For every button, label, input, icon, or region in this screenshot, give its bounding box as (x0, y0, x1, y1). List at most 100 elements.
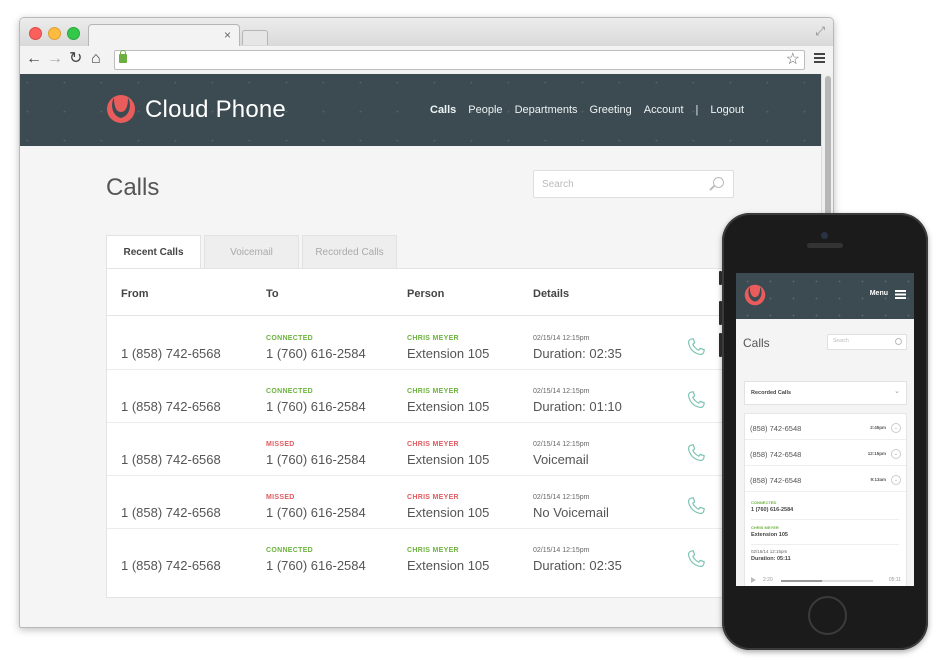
address-bar[interactable]: ☆ (114, 50, 805, 70)
mobile-phone: Menu Calls Search Recorded Calls ⌄ (858)… (719, 213, 928, 650)
list-item[interactable]: (858) 742-6548 12:15pm ⌄ (745, 440, 906, 466)
nav-logout[interactable]: Logout (710, 104, 744, 116)
call-person-name: CHRIS MEYER (407, 388, 459, 395)
list-item-time: 2:45pm (870, 425, 886, 430)
nav-account[interactable]: Account (644, 104, 684, 116)
list-item-number: (858) 742-6548 (750, 450, 802, 459)
play-icon[interactable] (751, 577, 756, 583)
volume-down-button (719, 333, 722, 357)
mobile-recorded-list: (858) 742-6548 2:45pm ⌄ (858) 742-6548 12:15… (744, 413, 907, 586)
call-person-name: CHRIS MEYER (407, 547, 459, 554)
nav-people[interactable]: People (468, 104, 502, 116)
mobile-page-title: Calls (743, 336, 770, 350)
expand-chevron-icon[interactable]: ⌄ (891, 475, 901, 485)
reload-icon[interactable]: ↻ (69, 50, 82, 68)
mobile-search-icon[interactable] (895, 338, 902, 345)
call-from: 1 (858) 742-6568 (121, 399, 221, 414)
table-row[interactable]: 1 (858) 742-6568 CONNECTED 1 (760) 616-258… (107, 316, 822, 370)
tab-voicemail[interactable]: Voicemail (204, 235, 299, 269)
call-status-badge: CONNECTED (266, 335, 314, 342)
table-row[interactable]: 1 (858) 742-6568 MISSED 1 (760) 616-2584 CH… (107, 422, 822, 476)
call-status-badge: CONNECTED (266, 388, 314, 395)
close-window-button[interactable] (29, 27, 42, 40)
nav-calls[interactable]: Calls (430, 104, 456, 116)
search-placeholder: Search (542, 179, 574, 190)
mobile-logo-icon[interactable] (744, 284, 766, 306)
call-extension: Extension 105 (407, 558, 490, 573)
nav-separator: | (695, 104, 699, 116)
table-row[interactable]: 1 (858) 742-6568 CONNECTED 1 (760) 616-258… (107, 369, 822, 423)
phone-icon[interactable] (685, 495, 707, 517)
home-button[interactable] (808, 596, 847, 635)
mobile-header: Menu (736, 273, 914, 319)
call-to: 1 (760) 616-2584 (266, 452, 366, 467)
chevron-down-icon[interactable]: ⌄ (894, 387, 900, 395)
mobile-expanded-to: 1 (760) 616-2584 (751, 507, 794, 513)
phone-icon[interactable] (685, 389, 707, 411)
hamburger-menu-icon[interactable] (895, 290, 906, 292)
call-to: 1 (760) 616-2584 (266, 558, 366, 573)
audio-progress-fill (781, 580, 823, 582)
cloud-phone-logo-icon[interactable] (106, 94, 136, 124)
lock-icon (119, 50, 127, 63)
fullscreen-icon[interactable]: ⤢ (815, 24, 825, 39)
back-arrow-icon[interactable]: ← (26, 50, 42, 68)
zoom-window-button[interactable] (67, 27, 80, 40)
forward-arrow-icon[interactable]: → (47, 50, 63, 68)
list-item-time: 9:13am (870, 477, 886, 482)
call-datetime: 02/15/14 12:15pm (533, 441, 590, 448)
mobile-search-placeholder: Search (833, 338, 849, 344)
list-item-number: (858) 742-6548 (750, 476, 802, 485)
call-extension: Extension 105 (407, 346, 490, 361)
calls-table: From To Person Details 1 (858) 742-6568 C… (106, 268, 822, 598)
column-from: From (121, 288, 149, 300)
search-icon[interactable] (713, 177, 724, 188)
list-item[interactable]: (858) 742-6548 9:13am ⌄ (745, 466, 906, 492)
list-item-number: (858) 742-6548 (750, 424, 802, 433)
tab-recent-calls[interactable]: Recent Calls (106, 235, 201, 269)
nav-departments[interactable]: Departments (515, 104, 578, 116)
search-input[interactable]: Search (533, 170, 734, 198)
browser-menu-icon[interactable] (814, 53, 825, 55)
browser-tab[interactable]: × (88, 24, 240, 47)
nav-greeting[interactable]: Greeting (590, 104, 632, 116)
mobile-menu-label[interactable]: Menu (870, 290, 888, 297)
audio-progress-track[interactable] (781, 580, 873, 582)
new-tab-button[interactable] (242, 30, 268, 45)
call-extension: Extension 105 (407, 399, 490, 414)
minimize-window-button[interactable] (48, 27, 61, 40)
call-person-name: CHRIS MEYER (407, 441, 459, 448)
bookmark-star-icon[interactable]: ☆ (786, 49, 800, 69)
home-icon[interactable]: ⌂ (91, 50, 101, 68)
table-row[interactable]: 1 (858) 742-6568 CONNECTED 1 (760) 616-258… (107, 528, 822, 581)
mobile-tab-select[interactable]: Recorded Calls ⌄ (744, 381, 907, 405)
call-status-badge: CONNECTED (266, 547, 314, 554)
main-nav: Calls People Departments Greeting Accoun… (430, 104, 744, 116)
call-from: 1 (858) 742-6568 (121, 558, 221, 573)
brand-name[interactable]: Cloud Phone (145, 96, 286, 124)
list-item[interactable]: (858) 742-6548 2:45pm ⌄ (745, 414, 906, 440)
phone-icon[interactable] (685, 336, 707, 358)
call-from: 1 (858) 742-6568 (121, 505, 221, 520)
call-detail: Duration: 02:35 (533, 346, 622, 361)
expand-chevron-icon[interactable]: ⌄ (891, 423, 901, 433)
mobile-selected-tab: Recorded Calls (751, 390, 792, 396)
site-header: Cloud Phone Calls People Departments Gre… (20, 74, 821, 146)
call-datetime: 02/15/14 12:15pm (533, 335, 590, 342)
tab-close-icon[interactable]: × (224, 28, 231, 42)
mute-switch (719, 271, 722, 285)
call-extension: Extension 105 (407, 505, 490, 520)
call-detail: Duration: 02:35 (533, 558, 622, 573)
tab-recorded-calls[interactable]: Recorded Calls (302, 235, 397, 269)
page-title: Calls (106, 174, 160, 201)
phone-icon[interactable] (685, 442, 707, 464)
call-detail: Voicemail (533, 452, 589, 467)
call-to: 1 (760) 616-2584 (266, 505, 366, 520)
table-row[interactable]: 1 (858) 742-6568 MISSED 1 (760) 616-2584 CH… (107, 475, 822, 529)
column-to: To (266, 288, 279, 300)
expand-chevron-icon[interactable]: ⌄ (891, 449, 901, 459)
mobile-expanded-person: CHRIS MEYER (751, 525, 779, 530)
column-details: Details (533, 288, 570, 300)
mobile-search-input[interactable]: Search (827, 334, 907, 350)
phone-icon[interactable] (685, 548, 707, 570)
